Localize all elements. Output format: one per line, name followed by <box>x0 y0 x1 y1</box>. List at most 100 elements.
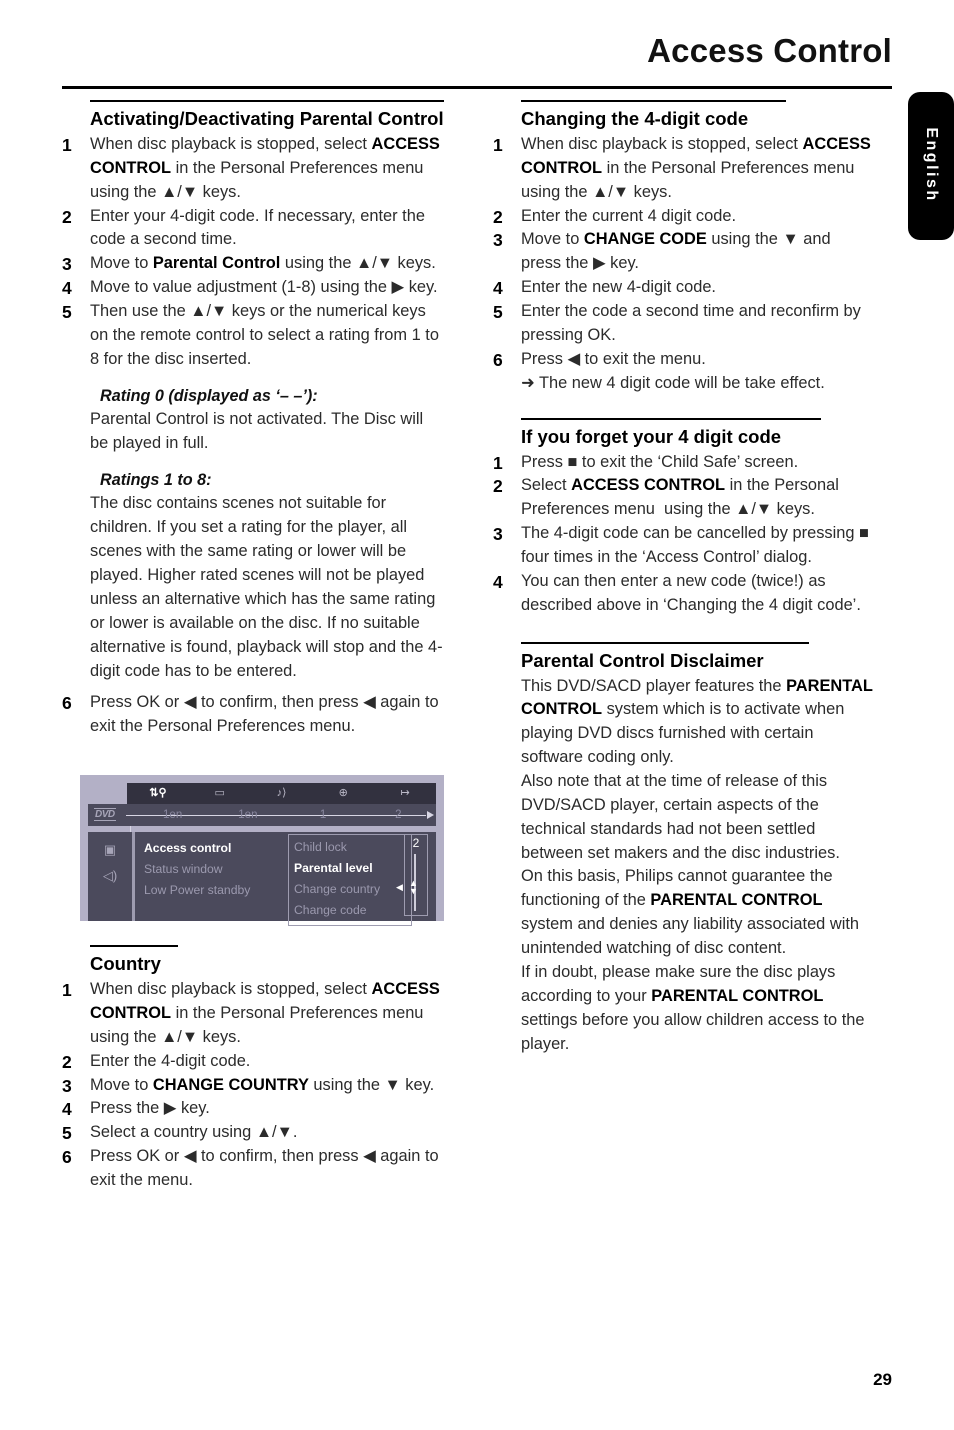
disclaimer-paragraph-2: Also note that at the time of release of… <box>521 772 840 862</box>
osd-value-row: DVD 1en 1en 1 2 <box>88 804 436 853</box>
ratings-one-to-eight-heading: Ratings 1 to 8: <box>100 470 212 489</box>
step-text: Press ◀ to exit the menu. <box>521 349 706 368</box>
disclaimer-paragraph-3: On this basis, Philips cannot guarantee … <box>521 867 860 958</box>
step-text: When disc playback is stopped, select AC… <box>90 135 440 201</box>
step-list: 1 When disc playback is stopped, select … <box>62 133 444 372</box>
step-list: 1 Press ■ to exit the ‘Child Safe’ scree… <box>493 451 875 618</box>
osd-menu-panel: ▣ ◁) Access control Status window Low Po… <box>88 832 436 927</box>
osd-submenu-item-child-lock[interactable]: Child lock <box>294 837 406 858</box>
step-text: Move to CHANGE CODE using the ▼ and pres… <box>521 230 831 273</box>
left-arrow-icon: ◀ <box>396 882 403 893</box>
step-number: 2 <box>493 206 503 227</box>
osd-value: 1en <box>163 809 183 822</box>
list-item: 2 Enter the current 4 digit code. <box>493 205 875 229</box>
step-text: Move to CHANGE COUNTRY using the ▼ key. <box>90 1075 435 1094</box>
osd-submenu-item-parental-level[interactable]: Parental level <box>294 858 406 880</box>
picture-icon: ▣ <box>103 842 117 858</box>
step-list: 1 When disc playback is stopped, select … <box>62 978 444 1193</box>
osd-icon-row: ⇅⚲ ▭ ♪⟩ ⊕ ↦ <box>127 783 436 804</box>
step-text: You can then enter a new code (twice!) a… <box>521 571 861 614</box>
step-text: When disc playback is stopped, select AC… <box>90 980 440 1046</box>
list-item: 1 When disc playback is stopped, select … <box>493 133 875 205</box>
section-heading-rule: Country <box>90 945 178 978</box>
list-item: 1 When disc playback is stopped, select … <box>62 978 444 1050</box>
list-item: 5 Enter the code a second time and recon… <box>493 300 875 348</box>
step-number: 4 <box>62 278 72 299</box>
list-item: 5 Select a country using ▲/▼. <box>62 1121 444 1145</box>
language-tab-label: English <box>923 127 940 203</box>
step-list-continued: 6 Press OK or ◀ to confirm, then press ◀… <box>62 691 444 739</box>
list-item: 1 When disc playback is stopped, select … <box>62 133 444 205</box>
disclaimer-paragraph-4: If in doubt, please make sure the disc p… <box>521 962 865 1053</box>
ratings-one-to-eight-body: The disc contains scenes not suitable fo… <box>90 494 443 680</box>
step-text: Select ACCESS CONTROL in the Personal Pr… <box>521 476 839 519</box>
step-text: Enter the 4-digit code. <box>90 1051 251 1070</box>
step-number: 4 <box>493 278 503 299</box>
osd-submenu-item-change-code[interactable]: Change code <box>294 900 406 921</box>
section-heading-rule: Changing the 4-digit code <box>521 100 786 133</box>
osd-spinner-value: 2 <box>412 836 420 851</box>
list-item: 2 Enter the 4-digit code. <box>62 1050 444 1074</box>
step-text: Select a country using ▲/▼. <box>90 1123 298 1142</box>
audio-icon: ♪⟩ <box>276 787 287 800</box>
osd-submenu-list: Child lock Parental level Change country… <box>288 834 412 927</box>
list-item: 5 Then use the ▲/▼ keys or the numerical… <box>62 300 444 372</box>
section-heading-rule: Parental Control Disclaimer <box>521 641 809 675</box>
step-text: Move to Parental Control using the ▲/▼ k… <box>90 254 436 273</box>
section-heading: If you forget your 4 digit code <box>521 425 782 447</box>
section-activating-deactivating: Activating/Deactivating Parental Control… <box>62 100 444 739</box>
osd-submenu-item-change-country[interactable]: Change country <box>294 879 406 900</box>
list-item: 2 Enter your 4-digit code. If necessary,… <box>62 205 444 253</box>
section-country: Country 1 When disc playback is stopped,… <box>62 945 444 1193</box>
list-item: 4 Enter the new 4-digit code. <box>493 276 875 300</box>
osd-value-spinner[interactable]: 2 ▲ ▼ ◀ <box>396 834 428 917</box>
step-number: 2 <box>493 476 503 497</box>
step-number: 6 <box>62 1147 72 1168</box>
step-number: 3 <box>62 254 72 275</box>
page-title: Access Control <box>647 32 892 69</box>
osd-values: 1en 1en 1 2 <box>135 804 436 826</box>
osd-menu-item-access-control[interactable]: Access control <box>144 838 294 859</box>
step-text: When disc playback is stopped, select AC… <box>521 135 871 201</box>
up-down-arrows-icon: ▲ ▼ <box>409 878 418 896</box>
section-changing-code: Changing the 4-digit code 1 When disc pl… <box>493 100 875 396</box>
step-number: 6 <box>62 693 72 714</box>
rating-zero-heading: Rating 0 (displayed as ‘– –’): <box>100 386 318 405</box>
osd-menu-item-low-power-standby[interactable]: Low Power standby <box>144 880 294 901</box>
list-item: 1 Press ■ to exit the ‘Child Safe’ scree… <box>493 451 875 475</box>
section-heading: Parental Control Disclaimer <box>521 649 764 671</box>
step-number: 3 <box>62 1075 72 1096</box>
tools-icon: ⇅⚲ <box>149 787 167 800</box>
list-item: 3 Move to CHANGE CODE using the ▼ and pr… <box>493 228 875 276</box>
step-number: 4 <box>493 571 503 592</box>
osd-menu-list: Access control Status window Low Power s… <box>144 838 294 901</box>
step-text: Enter your 4-digit code. If necessary, e… <box>90 206 425 249</box>
step-text: Enter the code a second time and reconfi… <box>521 302 861 344</box>
osd-menu-item-status-window[interactable]: Status window <box>144 859 294 880</box>
step-text: Enter the current 4 digit code. <box>521 206 737 225</box>
step-text: Then use the ▲/▼ keys or the numerical k… <box>90 302 439 368</box>
step-text: Enter the new 4-digit code. <box>521 278 716 297</box>
section-heading-rule: If you forget your 4 digit code <box>521 417 821 451</box>
left-column: Activating/Deactivating Parental Control… <box>62 100 444 1193</box>
step-text: Press ■ to exit the ‘Child Safe’ screen. <box>521 452 799 471</box>
language-tab: English <box>908 92 954 240</box>
step-number: 3 <box>493 230 503 251</box>
step-number: 5 <box>62 1123 72 1144</box>
step-list: 1 When disc playback is stopped, select … <box>493 133 875 395</box>
rating-zero-body: Parental Control is not activated. The D… <box>90 410 424 453</box>
list-item: 2 Select ACCESS CONTROL in the Personal … <box>493 474 875 522</box>
disclaimer-paragraph-1: This DVD/SACD player features the PARENT… <box>521 676 873 767</box>
step-number: 4 <box>62 1099 72 1120</box>
step-text: The 4-digit code can be cancelled by pre… <box>521 524 869 566</box>
step-number: 1 <box>62 135 72 156</box>
step-number: 6 <box>493 349 503 370</box>
list-item: 3 Move to CHANGE COUNTRY using the ▼ key… <box>62 1074 444 1098</box>
subtitle-icon: ▭ <box>214 787 225 800</box>
step-number: 2 <box>62 1051 72 1072</box>
list-item: 3 Move to Parental Control using the ▲/▼… <box>62 252 444 276</box>
section-heading-rule: Activating/Deactivating Parental Control <box>90 100 444 133</box>
step-text: Move to value adjustment (1-8) using the… <box>90 278 438 297</box>
list-item: 4 Move to value adjustment (1-8) using t… <box>62 276 444 300</box>
step-text: Press OK or ◀ to confirm, then press ◀ a… <box>90 693 439 736</box>
